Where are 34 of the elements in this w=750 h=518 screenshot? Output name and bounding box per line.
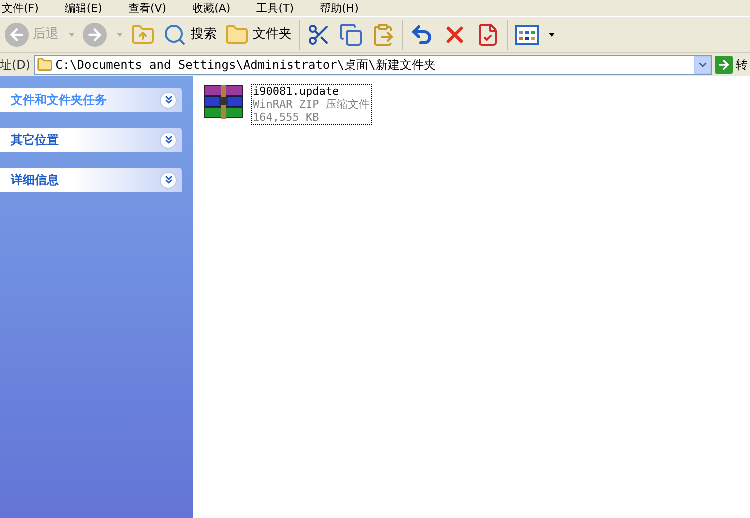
menu-item[interactable]: 工具(T) bbox=[256, 2, 294, 14]
chevron-icon bbox=[160, 172, 177, 188]
folder-icon bbox=[225, 22, 249, 46]
address-label: 址(D) bbox=[0, 56, 31, 74]
menu-item[interactable]: 查看(V) bbox=[128, 2, 167, 14]
dropdown-button[interactable] bbox=[694, 56, 711, 74]
search-button[interactable]: 搜索 bbox=[159, 18, 221, 52]
folder-up-icon bbox=[131, 22, 155, 46]
file-size: 164,555 KB bbox=[253, 111, 320, 124]
dropdown-caret-icon bbox=[69, 32, 75, 36]
file-type: WinRAR ZIP 压缩文件 bbox=[253, 98, 370, 111]
copy-icon bbox=[339, 22, 363, 46]
properties-icon bbox=[476, 22, 500, 46]
dropdown-caret-icon bbox=[549, 32, 555, 36]
task-panel-header[interactable]: 其它位置 bbox=[0, 128, 182, 152]
file-name: i90081.update bbox=[253, 85, 340, 98]
undo-icon bbox=[410, 22, 434, 46]
menu-item[interactable]: 帮助(H) bbox=[320, 2, 359, 14]
go-button[interactable]: 转 bbox=[715, 56, 748, 74]
scissors-icon bbox=[307, 22, 331, 46]
chevron-icon bbox=[160, 92, 177, 108]
menu-item[interactable]: 收藏(A) bbox=[192, 2, 231, 14]
address-field[interactable]: C:\Documents and Settings\Administrator\桌面\新建文件夹 bbox=[34, 54, 712, 74]
search-icon bbox=[163, 22, 187, 46]
dropdown-caret-icon bbox=[117, 32, 123, 36]
folder-icon bbox=[36, 56, 53, 72]
folders-button[interactable]: 文件夹 bbox=[221, 18, 296, 52]
paste-icon bbox=[371, 22, 395, 46]
menu-item[interactable]: 文件(F) bbox=[2, 2, 39, 14]
views-grid-icon bbox=[515, 24, 539, 44]
file-item[interactable]: i90081.update WinRAR ZIP 压缩文件 164,555 KB bbox=[201, 84, 750, 125]
chevron-icon bbox=[160, 132, 177, 148]
menu-item[interactable]: 编辑(E) bbox=[64, 2, 102, 14]
task-panel-header[interactable]: 详细信息 bbox=[0, 168, 182, 192]
